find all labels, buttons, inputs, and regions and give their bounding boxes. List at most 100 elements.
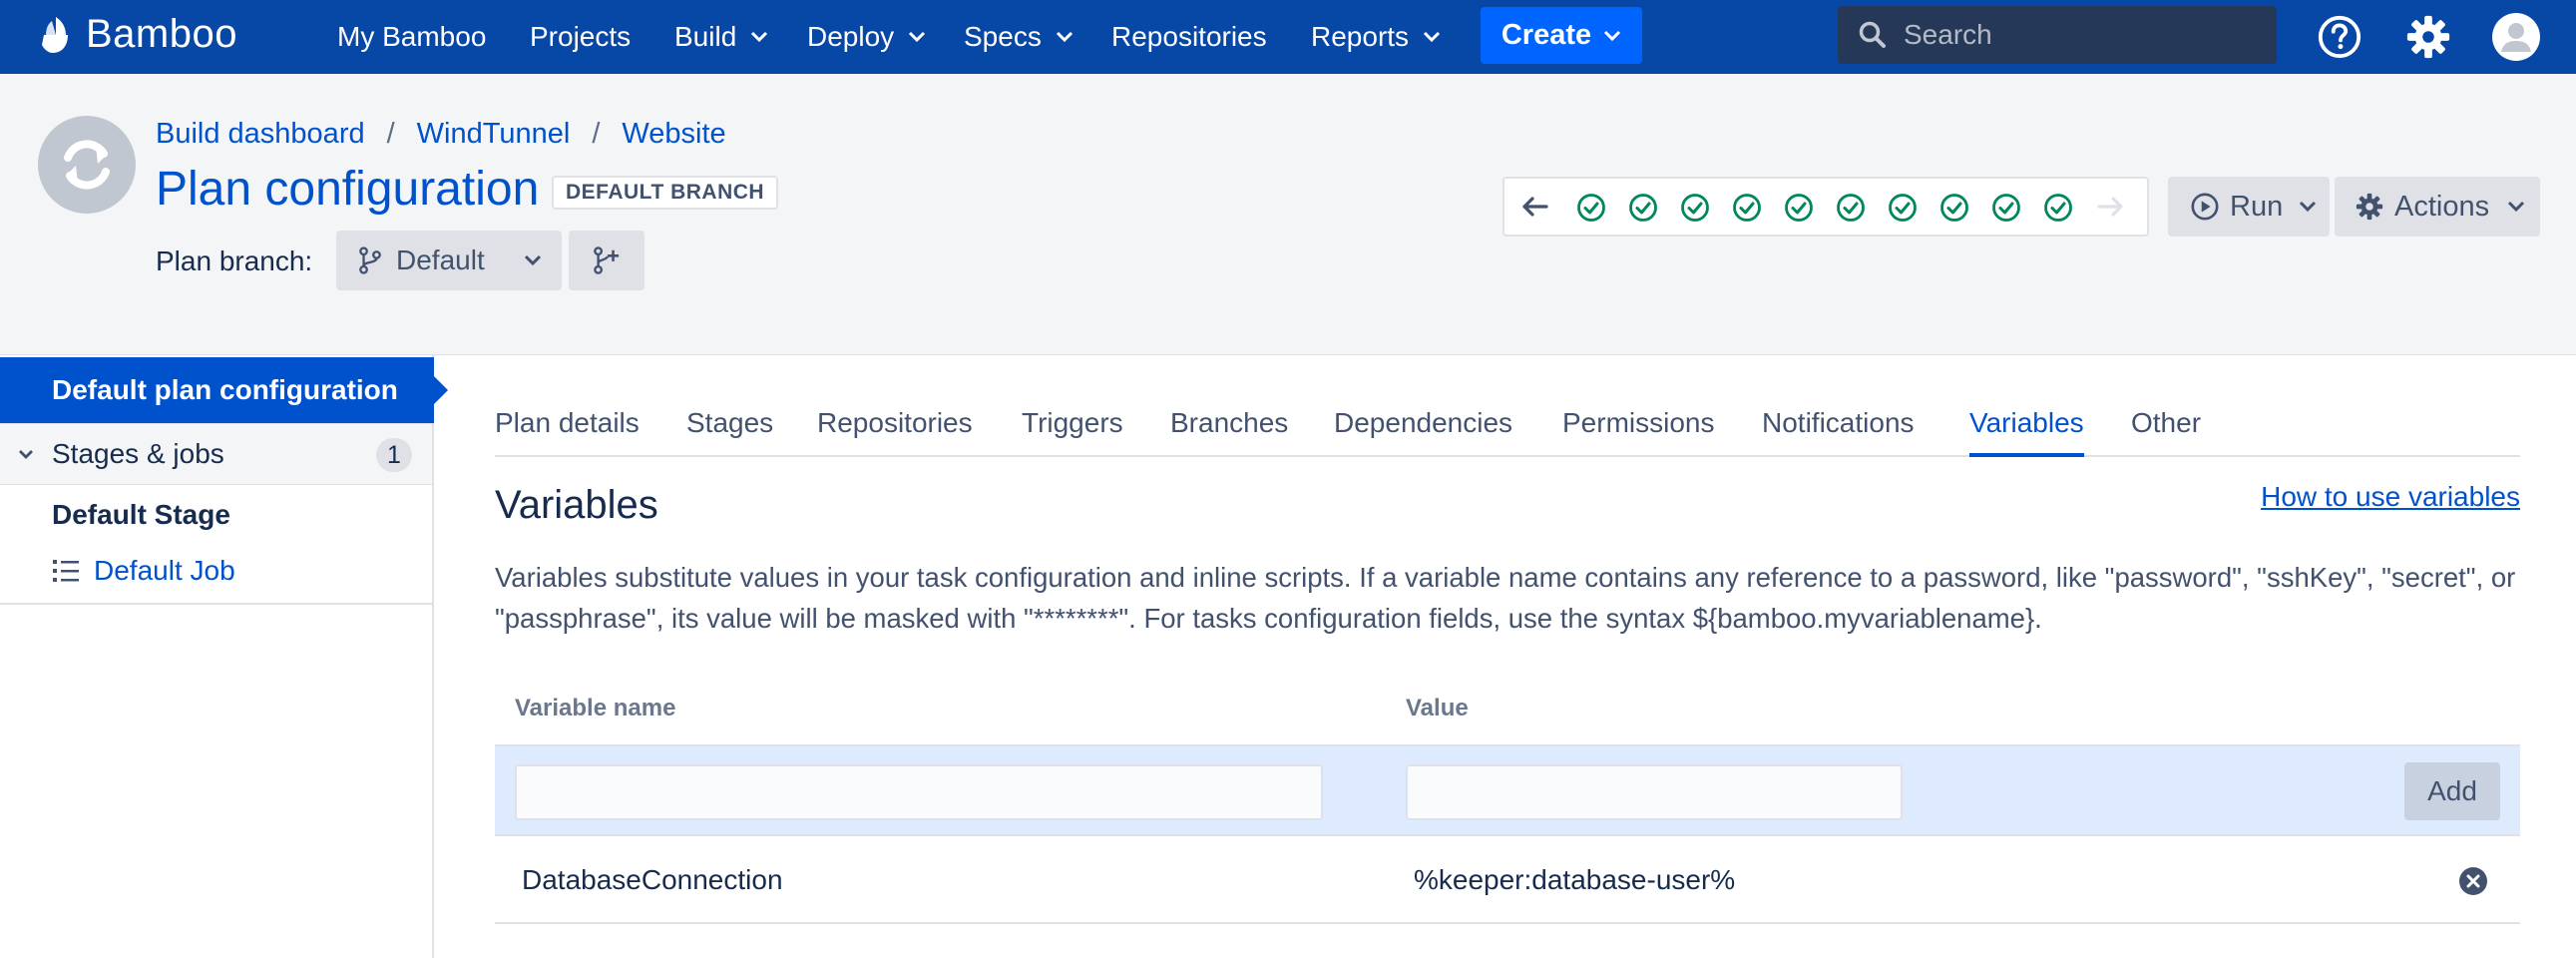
page-header: Build dashboard / WindTunnel / Website P…: [0, 74, 2576, 355]
nav-my-bamboo[interactable]: My Bamboo: [337, 0, 486, 74]
build-success-check-icon[interactable]: [1939, 193, 1969, 223]
nav-build[interactable]: Build: [674, 0, 768, 74]
chevron-down-icon: [751, 31, 768, 43]
plan-branch-label: Plan branch:: [156, 245, 313, 276]
build-success-check-icon[interactable]: [1628, 193, 1658, 223]
build-success-check-icon[interactable]: [1784, 193, 1814, 223]
default-branch-lozenge: DEFAULT BRANCH: [552, 176, 779, 210]
nav-label: Specs: [964, 21, 1042, 52]
tab-variables[interactable]: Variables: [1969, 407, 2084, 457]
branch-icon: [359, 246, 381, 274]
next-build-arrow-icon: [2097, 197, 2123, 217]
build-success-check-icon[interactable]: [1836, 193, 1866, 223]
sidebar-item-label: Stages & jobs: [52, 438, 224, 469]
tab-plan-details[interactable]: Plan details: [495, 407, 640, 455]
refresh-icon: [64, 140, 110, 190]
app-name: Bamboo: [86, 12, 237, 56]
sidebar-divider: [0, 603, 432, 605]
new-variable-value-input[interactable]: [1406, 764, 1903, 820]
nav-specs[interactable]: Specs: [964, 0, 1073, 74]
remove-variable-icon[interactable]: [2458, 866, 2488, 896]
sidebar-item-label: Default plan configuration: [52, 374, 398, 405]
job-list-icon: [53, 560, 79, 582]
chevron-down-icon: [2508, 201, 2525, 213]
breadcrumb-project[interactable]: WindTunnel: [417, 118, 571, 151]
user-menu[interactable]: [2491, 12, 2541, 62]
user-avatar-icon: [2492, 13, 2540, 61]
breadcrumb: Build dashboard / WindTunnel / Website: [156, 118, 726, 151]
plan-branch-select[interactable]: Default: [336, 231, 562, 290]
chevron-down-icon: [909, 31, 926, 43]
build-success-check-icon[interactable]: [2043, 193, 2073, 223]
build-success-check-icon[interactable]: [1680, 193, 1710, 223]
build-success-check-icon[interactable]: [1888, 193, 1918, 223]
stages-count-badge: 1: [376, 438, 412, 472]
tab-dependencies[interactable]: Dependencies: [1334, 407, 1512, 455]
how-to-use-variables-link[interactable]: How to use variables: [2261, 481, 2520, 513]
tab-triggers[interactable]: Triggers: [1022, 407, 1123, 455]
nav-projects[interactable]: Projects: [530, 0, 631, 74]
plan-avatar: [38, 116, 136, 214]
sidebar: Default plan configuration Stages & jobs…: [0, 355, 448, 958]
add-variable-button[interactable]: Add: [2404, 762, 2500, 820]
search-box[interactable]: [1838, 6, 2277, 64]
search-icon: [1859, 21, 1886, 48]
run-label: Run: [2230, 190, 2284, 223]
plan-branch-value: Default: [396, 244, 485, 275]
config-tabs: Plan details Stages Repositories Trigger…: [495, 407, 2520, 457]
variable-name-cell[interactable]: DatabaseConnection: [522, 864, 783, 896]
variable-value-cell[interactable]: %keeper:database-user%: [1414, 864, 1735, 896]
chevron-down-icon: [2300, 201, 2317, 213]
play-icon: [2191, 193, 2219, 221]
nav-repositories[interactable]: Repositories: [1111, 0, 1267, 74]
tab-repositories[interactable]: Repositories: [817, 407, 973, 455]
bamboo-logo[interactable]: Bamboo: [36, 12, 237, 57]
nav-label: Projects: [530, 21, 632, 52]
tab-notifications[interactable]: Notifications: [1762, 407, 1915, 455]
nav-label: Build: [674, 21, 737, 52]
sidebar-item-default-plan-configuration[interactable]: Default plan configuration: [0, 357, 448, 423]
nav-deploy[interactable]: Deploy: [807, 0, 926, 74]
chevron-down-icon: [1056, 31, 1073, 43]
chevron-down-icon: [1604, 30, 1621, 41]
tab-permissions[interactable]: Permissions: [1562, 407, 1714, 455]
new-variable-name-input[interactable]: [515, 764, 1323, 820]
column-header-value: Value: [1406, 695, 1469, 721]
tab-stages[interactable]: Stages: [686, 407, 773, 455]
help-icon: [2318, 15, 2361, 59]
help-button[interactable]: [2315, 12, 2364, 62]
variables-description: Variables substitute values in your task…: [495, 562, 2516, 634]
create-button[interactable]: Create: [1481, 7, 1642, 64]
build-success-check-icon[interactable]: [1991, 193, 2021, 223]
sidebar-item-default-stage[interactable]: Default Stage: [52, 499, 230, 531]
section-title: Variables: [495, 483, 658, 527]
settings-button[interactable]: [2403, 12, 2453, 62]
tab-branches[interactable]: Branches: [1170, 407, 1288, 455]
variables-table-header: Variable name Value: [495, 689, 2520, 746]
table-row: DatabaseConnection %keeper:database-user…: [495, 836, 2520, 924]
top-navigation: Bamboo My Bamboo Projects Build Deploy S…: [0, 0, 2576, 74]
breadcrumb-separator: /: [386, 118, 395, 150]
breadcrumb-plan[interactable]: Website: [622, 118, 725, 151]
breadcrumb-separator: /: [592, 118, 601, 150]
create-branch-button[interactable]: [569, 231, 644, 290]
nav-reports[interactable]: Reports: [1311, 0, 1441, 74]
gear-icon: [2406, 15, 2450, 59]
actions-label: Actions: [2394, 190, 2490, 223]
tab-other[interactable]: Other: [2131, 407, 2201, 455]
sidebar-item-label: Default Job: [94, 555, 235, 586]
branch-add-icon: [594, 246, 620, 274]
actions-button[interactable]: Actions: [2335, 177, 2540, 237]
chevron-down-icon[interactable]: [18, 449, 34, 460]
column-header-variable-name: Variable name: [515, 695, 676, 721]
build-success-check-icon[interactable]: [1732, 193, 1762, 223]
sidebar-item-stages-jobs[interactable]: Stages & jobs 1: [0, 423, 432, 485]
breadcrumb-build-dashboard[interactable]: Build dashboard: [156, 118, 365, 151]
sidebar-item-default-job[interactable]: Default Job: [52, 555, 235, 587]
create-label: Create: [1501, 19, 1592, 51]
search-input[interactable]: [1904, 19, 2263, 51]
bamboo-logo-icon: [42, 16, 68, 53]
build-success-check-icon[interactable]: [1576, 193, 1606, 223]
previous-build-arrow-icon[interactable]: [1520, 195, 1548, 219]
run-button[interactable]: Run: [2168, 177, 2330, 237]
